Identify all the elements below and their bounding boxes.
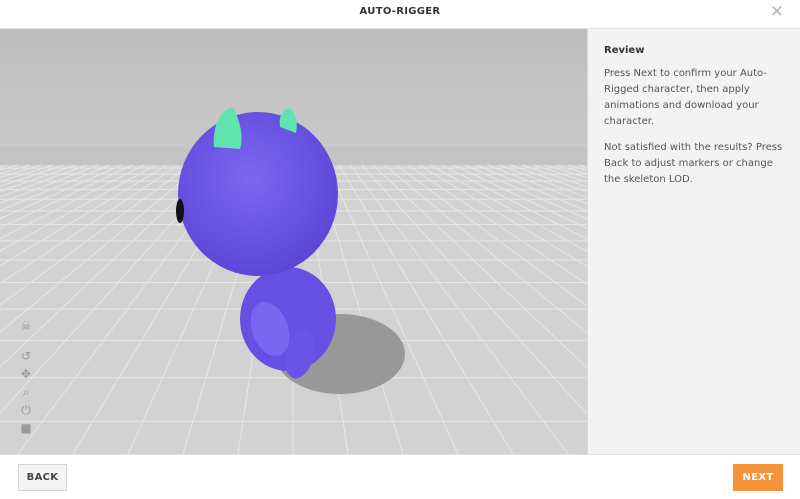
review-heading: Review: [604, 45, 645, 56]
scene-render: [0, 29, 587, 454]
power-icon[interactable]: ⏻: [18, 403, 34, 417]
back-button[interactable]: BACK: [18, 464, 67, 491]
review-instructions: Press Next to confirm your Auto-Rigged c…: [604, 68, 767, 127]
close-icon[interactable]: ✕: [770, 3, 784, 21]
footer-bar: BACK NEXT: [0, 454, 800, 499]
rotate-icon[interactable]: ↺: [18, 349, 34, 363]
title-bar: AUTO-RIGGER ✕: [0, 0, 800, 29]
move-icon[interactable]: ✥: [18, 367, 34, 381]
window-title: AUTO-RIGGER: [359, 6, 441, 17]
next-button[interactable]: NEXT: [733, 464, 783, 491]
skull-icon[interactable]: ☠: [18, 319, 34, 333]
zoom-icon[interactable]: ⌕: [18, 385, 34, 399]
camera-icon[interactable]: ■: [18, 421, 34, 435]
3d-viewport[interactable]: ☠ ↺ ✥ ⌕ ⏻ ■: [0, 29, 587, 454]
review-help-text: Not satisfied with the results? Press Ba…: [604, 142, 783, 185]
review-panel: Review Press Next to confirm your Auto-R…: [587, 29, 800, 454]
